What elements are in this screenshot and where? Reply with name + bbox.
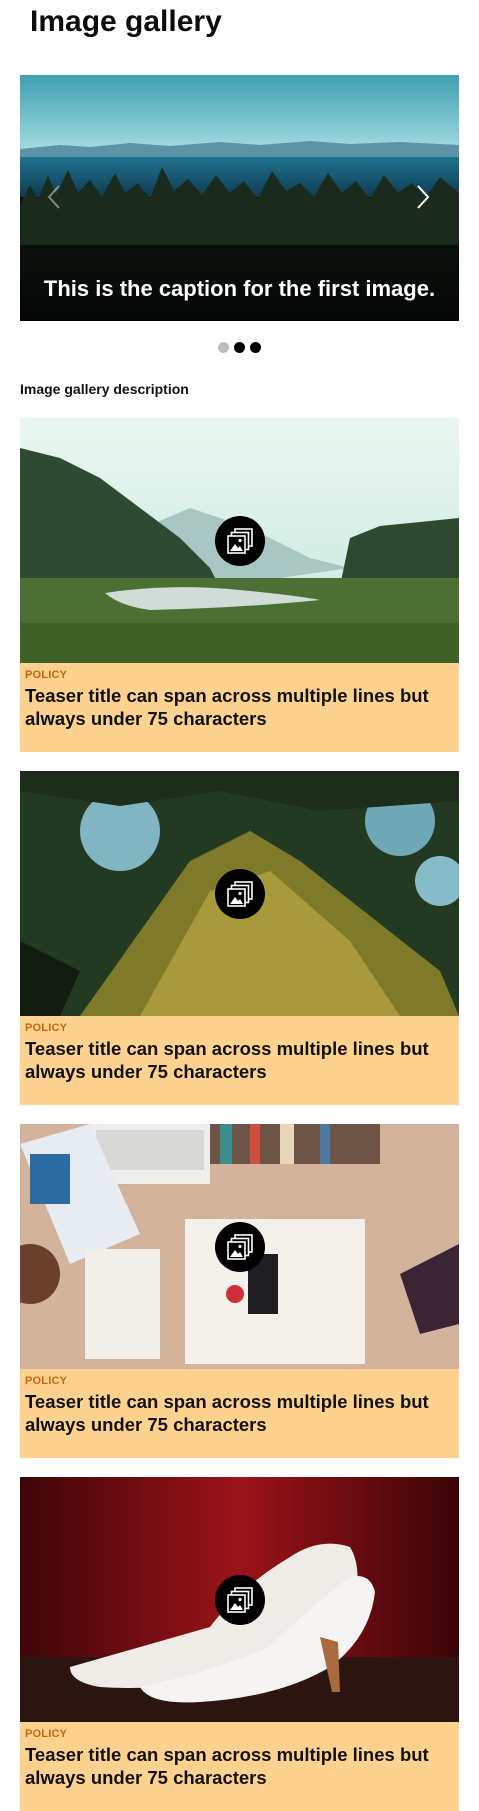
teaser-title[interactable]: Teaser title can span across multiple li…	[25, 1743, 453, 1789]
teaser-image	[20, 418, 459, 663]
teaser-category: POLICY	[25, 669, 68, 681]
gallery-badge	[215, 1575, 265, 1625]
teaser-title[interactable]: Teaser title can span across multiple li…	[25, 1037, 453, 1083]
teaser-image	[20, 1477, 459, 1722]
teaser-card[interactable]: POLICY Teaser title can span across mult…	[20, 1477, 459, 1811]
chevron-right-icon	[417, 185, 430, 209]
teaser-card[interactable]: POLICY Teaser title can span across mult…	[20, 1124, 459, 1458]
image-gallery-icon	[227, 1234, 253, 1260]
image-gallery-icon	[227, 528, 253, 554]
gallery-badge	[215, 869, 265, 919]
teaser-category: POLICY	[25, 1375, 68, 1387]
teaser-card[interactable]: POLICY Teaser title can span across mult…	[20, 418, 459, 752]
gallery-description: Image gallery description	[20, 381, 189, 397]
slide-next-button[interactable]	[405, 175, 441, 219]
gallery-badge	[215, 516, 265, 566]
image-gallery-icon	[227, 1587, 253, 1613]
teaser-title[interactable]: Teaser title can span across multiple li…	[25, 684, 453, 730]
page-title: Image gallery	[30, 5, 222, 38]
slide-dot-1[interactable]	[218, 342, 229, 353]
teaser-image	[20, 1124, 459, 1369]
chevron-left-icon	[47, 185, 60, 209]
slide-dot-3[interactable]	[250, 342, 261, 353]
slideshow-pagination	[0, 342, 479, 353]
slide-caption: This is the caption for the first image.	[20, 257, 459, 321]
image-gallery-icon	[227, 881, 253, 907]
image-slideshow[interactable]: This is the caption for the first image.	[20, 75, 459, 321]
slide-dot-2[interactable]	[234, 342, 245, 353]
slide-prev-button[interactable]	[36, 175, 72, 219]
teaser-category: POLICY	[25, 1728, 68, 1740]
gallery-badge	[215, 1222, 265, 1272]
teaser-category: POLICY	[25, 1022, 68, 1034]
teaser-title[interactable]: Teaser title can span across multiple li…	[25, 1390, 453, 1436]
teaser-card[interactable]: POLICY Teaser title can span across mult…	[20, 771, 459, 1105]
teaser-image	[20, 771, 459, 1016]
